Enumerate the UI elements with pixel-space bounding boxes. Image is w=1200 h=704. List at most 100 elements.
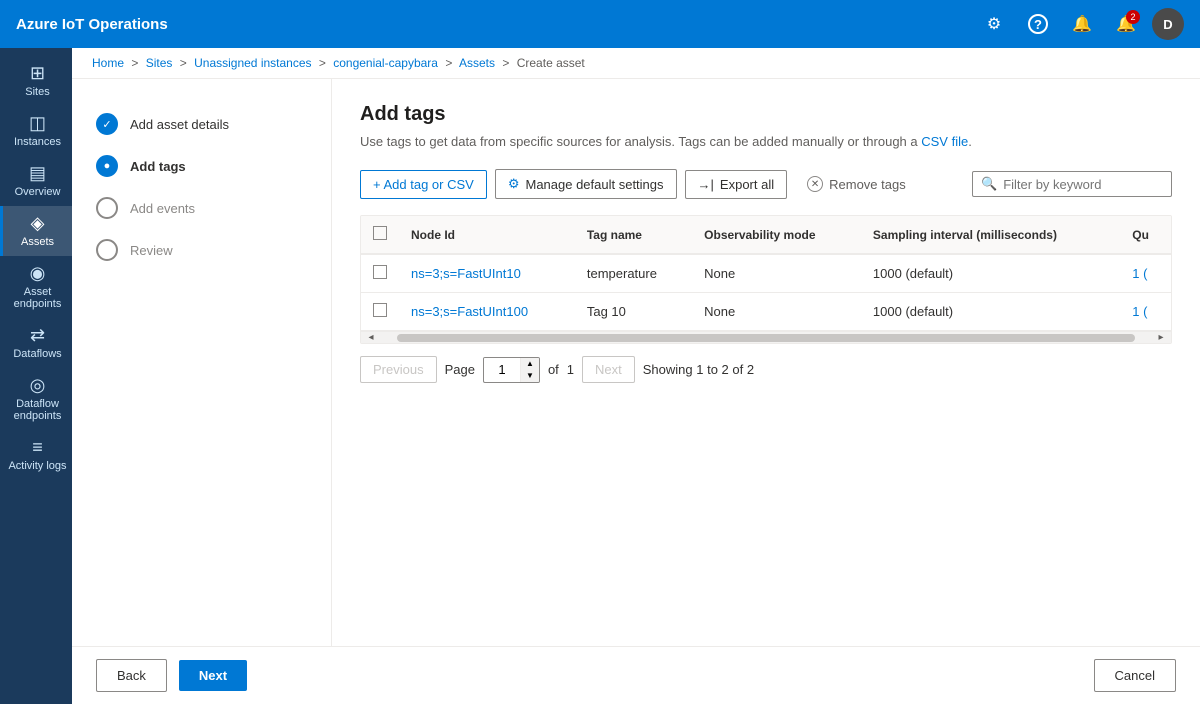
step-circle-4 (96, 239, 118, 261)
help-button[interactable]: ? (1020, 6, 1056, 42)
notifications-button[interactable]: 🔔 2 (1108, 6, 1144, 42)
breadcrumb-sep-2: > (180, 56, 187, 70)
scroll-thumb[interactable] (397, 334, 1135, 342)
sidebar-item-label-activity-logs: Activity logs (8, 460, 66, 472)
sidebar-item-label-overview: Overview (15, 186, 61, 198)
filter-input[interactable] (1003, 177, 1163, 192)
page-down-arrow[interactable]: ▼ (521, 370, 539, 382)
page-desc-link[interactable]: CSV file (921, 134, 968, 149)
table-row: ns=3;s=FastUInt100 Tag 10 None 1000 (def… (361, 293, 1171, 331)
cancel-button[interactable]: Cancel (1094, 659, 1176, 692)
row1-checkbox[interactable] (373, 265, 387, 279)
remove-tags-button[interactable]: ✕ Remove tags (795, 170, 918, 198)
scroll-left-arrow[interactable]: ◂ (365, 332, 377, 344)
step-add-events[interactable]: Add events (88, 187, 315, 229)
breadcrumb-create-asset: Create asset (517, 56, 585, 70)
step-label-1: Add asset details (130, 117, 229, 132)
next-button-bottom[interactable]: Next (179, 660, 247, 691)
step-circle-3 (96, 197, 118, 219)
nav-icons: ⚙ ? 🔔 🔔 2 D (976, 6, 1184, 42)
row2-observability-mode: None (692, 293, 861, 331)
sidebar-item-label-sites: Sites (25, 86, 49, 98)
sidebar-item-instances[interactable]: ◫ Instances (0, 106, 72, 156)
breadcrumb-capybara[interactable]: congenial-capybara (333, 56, 438, 70)
row2-queue-size: 1 ( (1120, 293, 1171, 331)
page-up-arrow[interactable]: ▲ (521, 358, 539, 370)
inner-layout: ✓ Add asset details ● Add tags Add event… (72, 79, 1200, 646)
top-navigation: Azure IoT Operations ⚙ ? 🔔 🔔 2 D (0, 0, 1200, 48)
manage-default-settings-button[interactable]: ⚙ Manage default settings (495, 169, 677, 199)
row2-tag-name: Tag 10 (575, 293, 692, 331)
bell-button[interactable]: 🔔 (1064, 6, 1100, 42)
scroll-right-arrow[interactable]: ▸ (1155, 332, 1167, 344)
row1-node-id[interactable]: ns=3;s=FastUInt10 (399, 254, 575, 293)
row1-queue-size: 1 ( (1120, 254, 1171, 293)
page-desc-prefix: Use tags to get data from specific sourc… (360, 134, 921, 149)
row1-checkbox-cell (361, 254, 399, 293)
assets-icon: ◈ (31, 214, 45, 232)
bottom-bar: Back Next Cancel (72, 646, 1200, 704)
add-tag-csv-button[interactable]: + Add tag or CSV (360, 170, 487, 199)
previous-button[interactable]: Previous (360, 356, 437, 383)
row1-observability-mode: None (692, 254, 861, 293)
activity-logs-icon: ≡ (32, 438, 43, 456)
col-header-sampling-interval: Sampling interval (milliseconds) (861, 216, 1120, 254)
breadcrumb-home[interactable]: Home (92, 56, 124, 70)
tags-table: Node Id Tag name Observability mode Samp… (361, 216, 1171, 331)
sidebar-item-asset-endpoints[interactable]: ◉ Asset endpoints (0, 256, 72, 318)
avatar[interactable]: D (1152, 8, 1184, 40)
main-panel: Add tags Use tags to get data from speci… (332, 79, 1200, 646)
breadcrumb-sites[interactable]: Sites (146, 56, 173, 70)
sidebar-item-overview[interactable]: ▤ Overview (0, 156, 72, 206)
page-arrows: ▲ ▼ (520, 358, 539, 382)
row2-checkbox[interactable] (373, 303, 387, 317)
total-pages: 1 (567, 362, 574, 377)
row2-sampling-interval: 1000 (default) (861, 293, 1120, 331)
horizontal-scrollbar[interactable]: ◂ ▸ (361, 331, 1171, 343)
row2-node-id[interactable]: ns=3;s=FastUInt100 (399, 293, 575, 331)
breadcrumb-sep-4: > (445, 56, 452, 70)
step-add-tags[interactable]: ● Add tags (88, 145, 315, 187)
sidebar-item-assets[interactable]: ◈ Assets (0, 206, 72, 256)
export-icon: →| (698, 177, 714, 192)
sidebar-item-activity-logs[interactable]: ≡ Activity logs (0, 430, 72, 480)
page-description: Use tags to get data from specific sourc… (360, 134, 1172, 149)
step-review[interactable]: Review (88, 229, 315, 271)
step-add-asset-details[interactable]: ✓ Add asset details (88, 103, 315, 145)
sidebar-item-label-asset-endpoints: Asset endpoints (7, 286, 68, 310)
toolbar: + Add tag or CSV ⚙ Manage default settin… (360, 169, 1172, 199)
col-header-tag-name: Tag name (575, 216, 692, 254)
sidebar-item-dataflow-endpoints[interactable]: ◎ Dataflow endpoints (0, 368, 72, 430)
pagination: Previous Page ▲ ▼ of 1 Next Showing 1 to… (360, 356, 1172, 383)
sidebar-item-label-dataflows: Dataflows (13, 348, 61, 360)
steps-panel: ✓ Add asset details ● Add tags Add event… (72, 79, 332, 646)
table-header-row: Node Id Tag name Observability mode Samp… (361, 216, 1171, 254)
app-title: Azure IoT Operations (16, 16, 976, 33)
instances-icon: ◫ (29, 114, 46, 132)
sidebar-item-dataflows[interactable]: ⇄ Dataflows (0, 318, 72, 368)
row1-tag-name: temperature (575, 254, 692, 293)
sidebar-item-sites[interactable]: ⊞ Sites (0, 56, 72, 106)
next-button[interactable]: Next (582, 356, 635, 383)
search-icon: 🔍 (981, 176, 997, 192)
content-area: Home > Sites > Unassigned instances > co… (72, 48, 1200, 704)
col-header-queue-size: Qu (1120, 216, 1171, 254)
page-title: Add tags (360, 103, 1172, 126)
overview-icon: ▤ (29, 164, 46, 182)
export-all-button[interactable]: →| →| Export all Export all (685, 170, 788, 199)
showing-text: Showing 1 to 2 of 2 (643, 362, 754, 377)
settings-gear-icon: ⚙ (508, 176, 520, 192)
select-all-header (361, 216, 399, 254)
back-button[interactable]: Back (96, 659, 167, 692)
step-label-2: Add tags (130, 159, 186, 174)
step-label-4: Review (130, 243, 173, 258)
breadcrumb-assets[interactable]: Assets (459, 56, 495, 70)
breadcrumb-unassigned[interactable]: Unassigned instances (194, 56, 311, 70)
notification-badge: 2 (1126, 10, 1140, 24)
select-all-checkbox[interactable] (373, 226, 387, 240)
settings-button[interactable]: ⚙ (976, 6, 1012, 42)
row2-checkbox-cell (361, 293, 399, 331)
page-number-input[interactable] (484, 358, 520, 381)
breadcrumb: Home > Sites > Unassigned instances > co… (72, 48, 1200, 79)
sidebar: ⊞ Sites ◫ Instances ▤ Overview ◈ Assets … (0, 48, 72, 704)
